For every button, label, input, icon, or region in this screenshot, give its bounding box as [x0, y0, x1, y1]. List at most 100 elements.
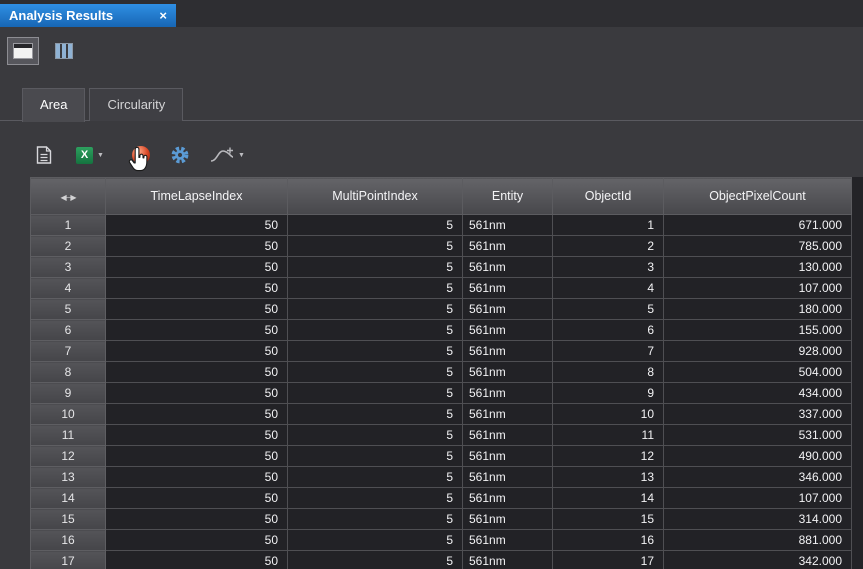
table-row[interactable]: 12 50 5 561nm 12 490.000 — [30, 445, 852, 467]
cell-timelapse[interactable]: 50 — [105, 340, 288, 362]
cell-multipoint[interactable]: 5 — [287, 424, 463, 446]
cell-timelapse[interactable]: 50 — [105, 235, 288, 257]
cell-entity[interactable]: 561nm — [462, 529, 553, 551]
graph-curve-dropdown[interactable]: ▼ — [238, 152, 245, 159]
cell-timelapse[interactable]: 50 — [105, 487, 288, 509]
cell-timelapse[interactable]: 50 — [105, 529, 288, 551]
row-number-cell[interactable]: 11 — [30, 424, 106, 446]
cell-objectid[interactable]: 6 — [552, 319, 664, 341]
cell-entity[interactable]: 561nm — [462, 235, 553, 257]
row-number-cell[interactable]: 1 — [30, 214, 106, 236]
table-row[interactable]: 9 50 5 561nm 9 434.000 — [30, 382, 852, 404]
export-report-button[interactable] — [36, 146, 52, 164]
row-number-cell[interactable]: 16 — [30, 529, 106, 551]
cell-timelapse[interactable]: 50 — [105, 214, 288, 236]
tab-circularity[interactable]: Circularity — [89, 88, 184, 121]
cell-entity[interactable]: 561nm — [462, 445, 553, 467]
cell-entity[interactable]: 561nm — [462, 550, 553, 569]
table-row[interactable]: 10 50 5 561nm 10 337.000 — [30, 403, 852, 425]
row-number-header[interactable]: ◀─▶ — [30, 177, 106, 215]
cell-multipoint[interactable]: 5 — [287, 382, 463, 404]
cell-multipoint[interactable]: 5 — [287, 277, 463, 299]
column-header-objectid[interactable]: ObjectId — [552, 177, 664, 215]
cell-pixelcount[interactable]: 342.000 — [663, 550, 852, 569]
cell-pixelcount[interactable]: 928.000 — [663, 340, 852, 362]
close-icon[interactable]: × — [151, 8, 167, 23]
cell-multipoint[interactable]: 5 — [287, 340, 463, 362]
cell-objectid[interactable]: 12 — [552, 445, 664, 467]
cell-objectid[interactable]: 16 — [552, 529, 664, 551]
cell-multipoint[interactable]: 5 — [287, 256, 463, 278]
row-number-cell[interactable]: 15 — [30, 508, 106, 530]
cell-objectid[interactable]: 13 — [552, 466, 664, 488]
row-number-cell[interactable]: 7 — [30, 340, 106, 362]
row-number-cell[interactable]: 13 — [30, 466, 106, 488]
cell-multipoint[interactable]: 5 — [287, 529, 463, 551]
cell-entity[interactable]: 561nm — [462, 382, 553, 404]
row-number-cell[interactable]: 9 — [30, 382, 106, 404]
cell-timelapse[interactable]: 50 — [105, 445, 288, 467]
row-number-cell[interactable]: 4 — [30, 277, 106, 299]
cell-objectid[interactable]: 8 — [552, 361, 664, 383]
table-row[interactable]: 6 50 5 561nm 6 155.000 — [30, 319, 852, 341]
row-number-cell[interactable]: 8 — [30, 361, 106, 383]
cell-entity[interactable]: 561nm — [462, 340, 553, 362]
cell-multipoint[interactable]: 5 — [287, 235, 463, 257]
cell-entity[interactable]: 561nm — [462, 298, 553, 320]
tab-area[interactable]: Area — [22, 88, 86, 122]
columns-view-button[interactable] — [48, 37, 80, 65]
cell-pixelcount[interactable]: 490.000 — [663, 445, 852, 467]
cell-pixelcount[interactable]: 434.000 — [663, 382, 852, 404]
row-number-cell[interactable]: 3 — [30, 256, 106, 278]
cell-pixelcount[interactable]: 155.000 — [663, 319, 852, 341]
cell-timelapse[interactable]: 50 — [105, 550, 288, 569]
cell-pixelcount[interactable]: 130.000 — [663, 256, 852, 278]
cell-entity[interactable]: 561nm — [462, 508, 553, 530]
cell-objectid[interactable]: 7 — [552, 340, 664, 362]
cell-entity[interactable]: 561nm — [462, 424, 553, 446]
column-header-multipointindex[interactable]: MultiPointIndex — [287, 177, 463, 215]
table-row[interactable]: 7 50 5 561nm 7 928.000 — [30, 340, 852, 362]
table-row[interactable]: 16 50 5 561nm 16 881.000 — [30, 529, 852, 551]
table-row[interactable]: 8 50 5 561nm 8 504.000 — [30, 361, 852, 383]
cell-multipoint[interactable]: 5 — [287, 487, 463, 509]
export-excel-dropdown[interactable]: ▼ — [97, 152, 104, 159]
cell-pixelcount[interactable]: 504.000 — [663, 361, 852, 383]
cell-multipoint[interactable]: 5 — [287, 466, 463, 488]
cell-objectid[interactable]: 5 — [552, 298, 664, 320]
column-header-objectpixelcount[interactable]: ObjectPixelCount — [663, 177, 852, 215]
cell-objectid[interactable]: 3 — [552, 256, 664, 278]
cell-pixelcount[interactable]: 314.000 — [663, 508, 852, 530]
cell-timelapse[interactable]: 50 — [105, 424, 288, 446]
cell-entity[interactable]: 561nm — [462, 487, 553, 509]
cell-pixelcount[interactable]: 671.000 — [663, 214, 852, 236]
color-sphere-button[interactable] — [131, 146, 150, 164]
cell-pixelcount[interactable]: 337.000 — [663, 403, 852, 425]
cell-timelapse[interactable]: 50 — [105, 403, 288, 425]
table-row[interactable]: 11 50 5 561nm 11 531.000 — [30, 424, 852, 446]
table-row[interactable]: 3 50 5 561nm 3 130.000 — [30, 256, 852, 278]
export-excel-button[interactable]: X — [76, 146, 93, 164]
cell-entity[interactable]: 561nm — [462, 214, 553, 236]
cell-objectid[interactable]: 10 — [552, 403, 664, 425]
cell-multipoint[interactable]: 5 — [287, 508, 463, 530]
cell-objectid[interactable]: 9 — [552, 382, 664, 404]
cell-pixelcount[interactable]: 785.000 — [663, 235, 852, 257]
cell-multipoint[interactable]: 5 — [287, 214, 463, 236]
table-row[interactable]: 13 50 5 561nm 13 346.000 — [30, 466, 852, 488]
cell-multipoint[interactable]: 5 — [287, 361, 463, 383]
cell-timelapse[interactable]: 50 — [105, 508, 288, 530]
cell-timelapse[interactable]: 50 — [105, 298, 288, 320]
table-row[interactable]: 15 50 5 561nm 15 314.000 — [30, 508, 852, 530]
row-number-cell[interactable]: 12 — [30, 445, 106, 467]
row-number-cell[interactable]: 10 — [30, 403, 106, 425]
cell-multipoint[interactable]: 5 — [287, 319, 463, 341]
table-row[interactable]: 1 50 5 561nm 1 671.000 — [30, 214, 852, 236]
cell-pixelcount[interactable]: 107.000 — [663, 277, 852, 299]
row-number-cell[interactable]: 2 — [30, 235, 106, 257]
cell-pixelcount[interactable]: 346.000 — [663, 466, 852, 488]
panel-tab-analysis-results[interactable]: Analysis Results × — [0, 4, 176, 27]
cell-timelapse[interactable]: 50 — [105, 256, 288, 278]
cell-timelapse[interactable]: 50 — [105, 277, 288, 299]
cell-objectid[interactable]: 1 — [552, 214, 664, 236]
